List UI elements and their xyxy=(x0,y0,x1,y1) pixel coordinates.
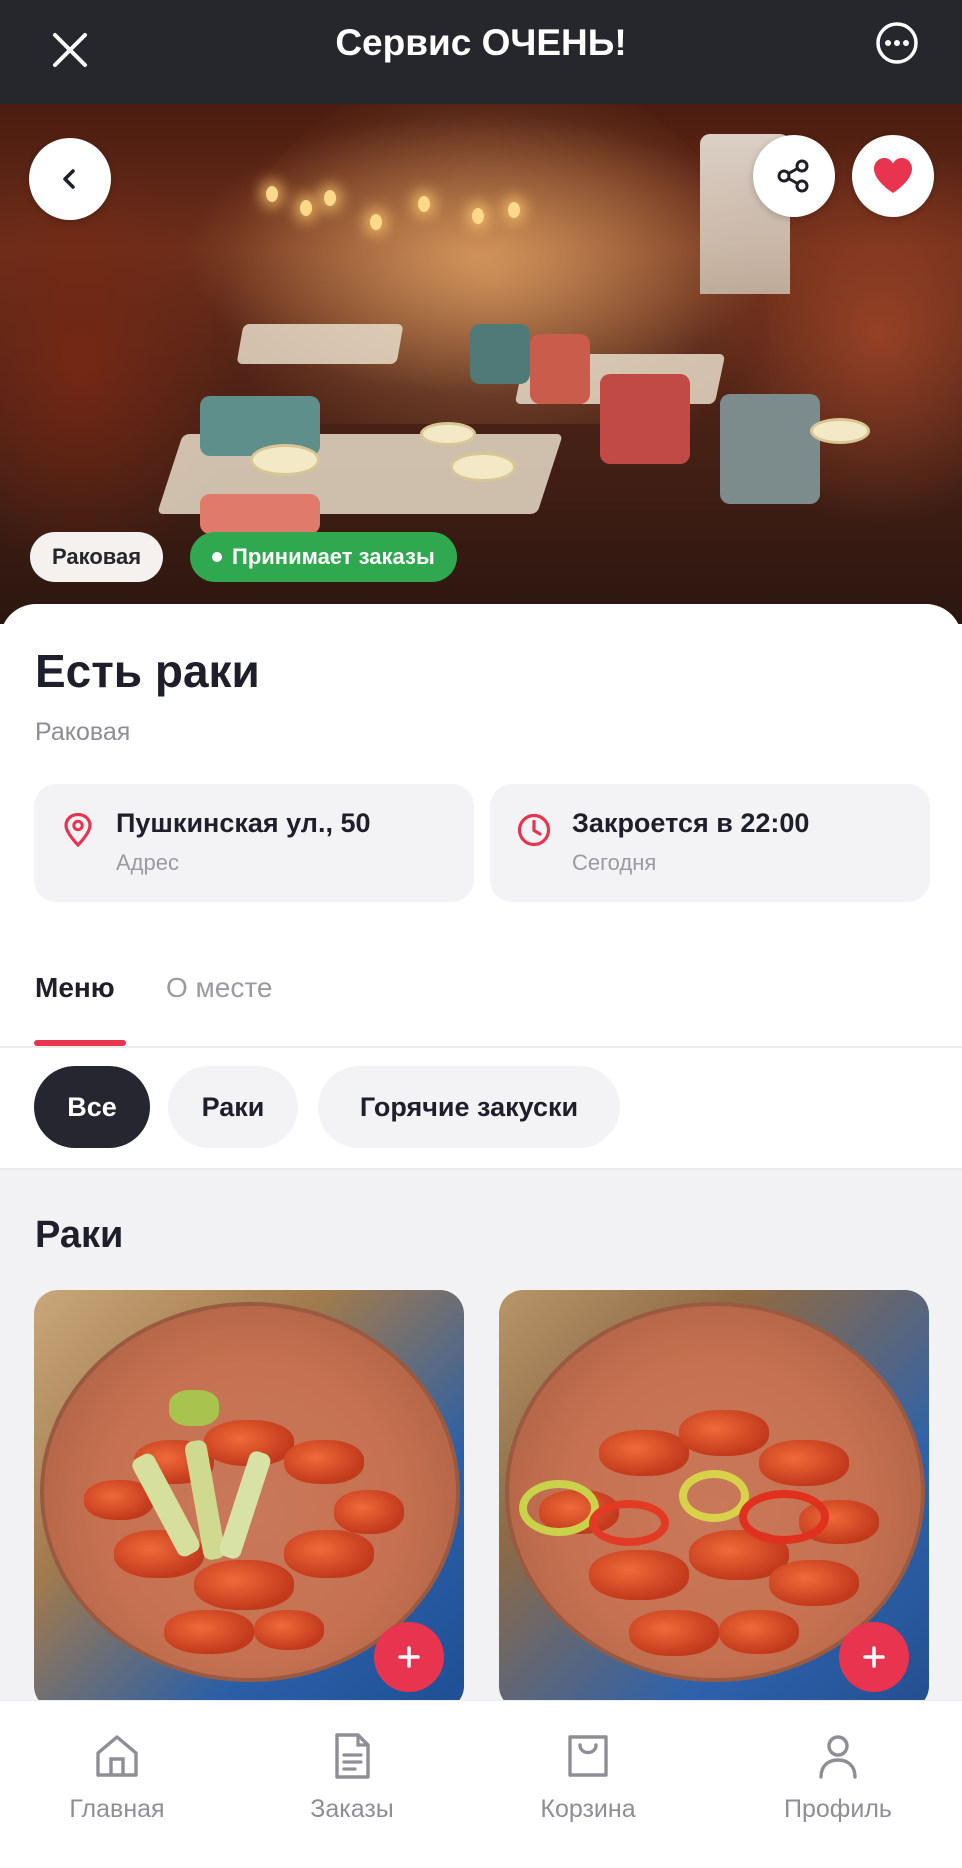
place-category: Раковая xyxy=(35,718,131,746)
tab-bar: Меню О месте xyxy=(0,960,962,1048)
app-title: Сервис ОЧЕНЬ! xyxy=(335,22,627,63)
chevron-left-icon xyxy=(63,169,75,189)
nav-label: Заказы xyxy=(310,1795,394,1823)
more-icon[interactable] xyxy=(872,18,922,68)
add-to-cart-button[interactable] xyxy=(374,1622,444,1692)
bottom-navigation: Главная Заказы Корзина Профиль xyxy=(0,1700,962,1868)
heart-icon xyxy=(874,158,912,193)
favorite-button[interactable] xyxy=(852,135,934,217)
active-tab-indicator xyxy=(34,1040,126,1046)
location-pin-icon xyxy=(64,812,92,848)
orders-icon xyxy=(335,1733,370,1779)
plus-icon xyxy=(863,1646,885,1668)
app-bar: Сервис ОЧЕНЬ! xyxy=(0,0,962,104)
address-label: Адрес xyxy=(116,850,179,875)
filter-chip-all[interactable]: Все xyxy=(34,1066,150,1148)
tab-about[interactable]: О месте xyxy=(166,972,272,1004)
menu-section: Раки xyxy=(0,1168,962,1710)
nav-item-cart[interactable]: Корзина xyxy=(498,1731,678,1824)
back-button[interactable] xyxy=(29,138,111,220)
filter-chip-hot-snacks[interactable]: Горячие закуски xyxy=(318,1066,620,1148)
status-badge: Принимает заказы xyxy=(190,532,457,582)
share-icon xyxy=(777,159,809,193)
place-info-sheet: Есть раки Раковая Пушкинская ул., 50 Адр… xyxy=(0,604,962,1168)
nav-label: Главная xyxy=(69,1795,165,1823)
hours-label: Сегодня xyxy=(572,850,657,875)
product-card[interactable] xyxy=(34,1290,464,1710)
category-tag: Раковая xyxy=(30,532,164,582)
profile-icon xyxy=(819,1735,857,1779)
place-title: Есть раки xyxy=(35,645,260,697)
plus-icon xyxy=(398,1646,420,1668)
address-card[interactable]: Пушкинская ул., 50 Адрес xyxy=(34,784,474,902)
hours-card[interactable]: Закроется в 22:00 Сегодня xyxy=(490,784,930,902)
tab-menu[interactable]: Меню xyxy=(35,972,115,1004)
share-button[interactable] xyxy=(753,135,835,217)
section-title: Раки xyxy=(35,1214,124,1256)
nav-item-home[interactable]: Главная xyxy=(27,1731,207,1824)
nav-item-orders[interactable]: Заказы xyxy=(262,1731,442,1824)
product-card[interactable] xyxy=(499,1290,929,1710)
cart-icon xyxy=(568,1735,608,1777)
address-value: Пушкинская ул., 50 xyxy=(116,808,371,838)
filter-chip-crayfish[interactable]: Раки xyxy=(168,1066,298,1148)
add-to-cart-button[interactable] xyxy=(839,1622,909,1692)
home-icon xyxy=(96,1735,138,1777)
clock-icon xyxy=(517,813,551,847)
status-label: Принимает заказы xyxy=(232,544,435,569)
nav-label: Профиль xyxy=(784,1795,892,1823)
nav-label: Корзина xyxy=(540,1795,636,1823)
nav-item-profile[interactable]: Профиль xyxy=(748,1731,928,1824)
status-dot-icon xyxy=(212,552,222,562)
hours-value: Закроется в 22:00 xyxy=(572,808,810,838)
